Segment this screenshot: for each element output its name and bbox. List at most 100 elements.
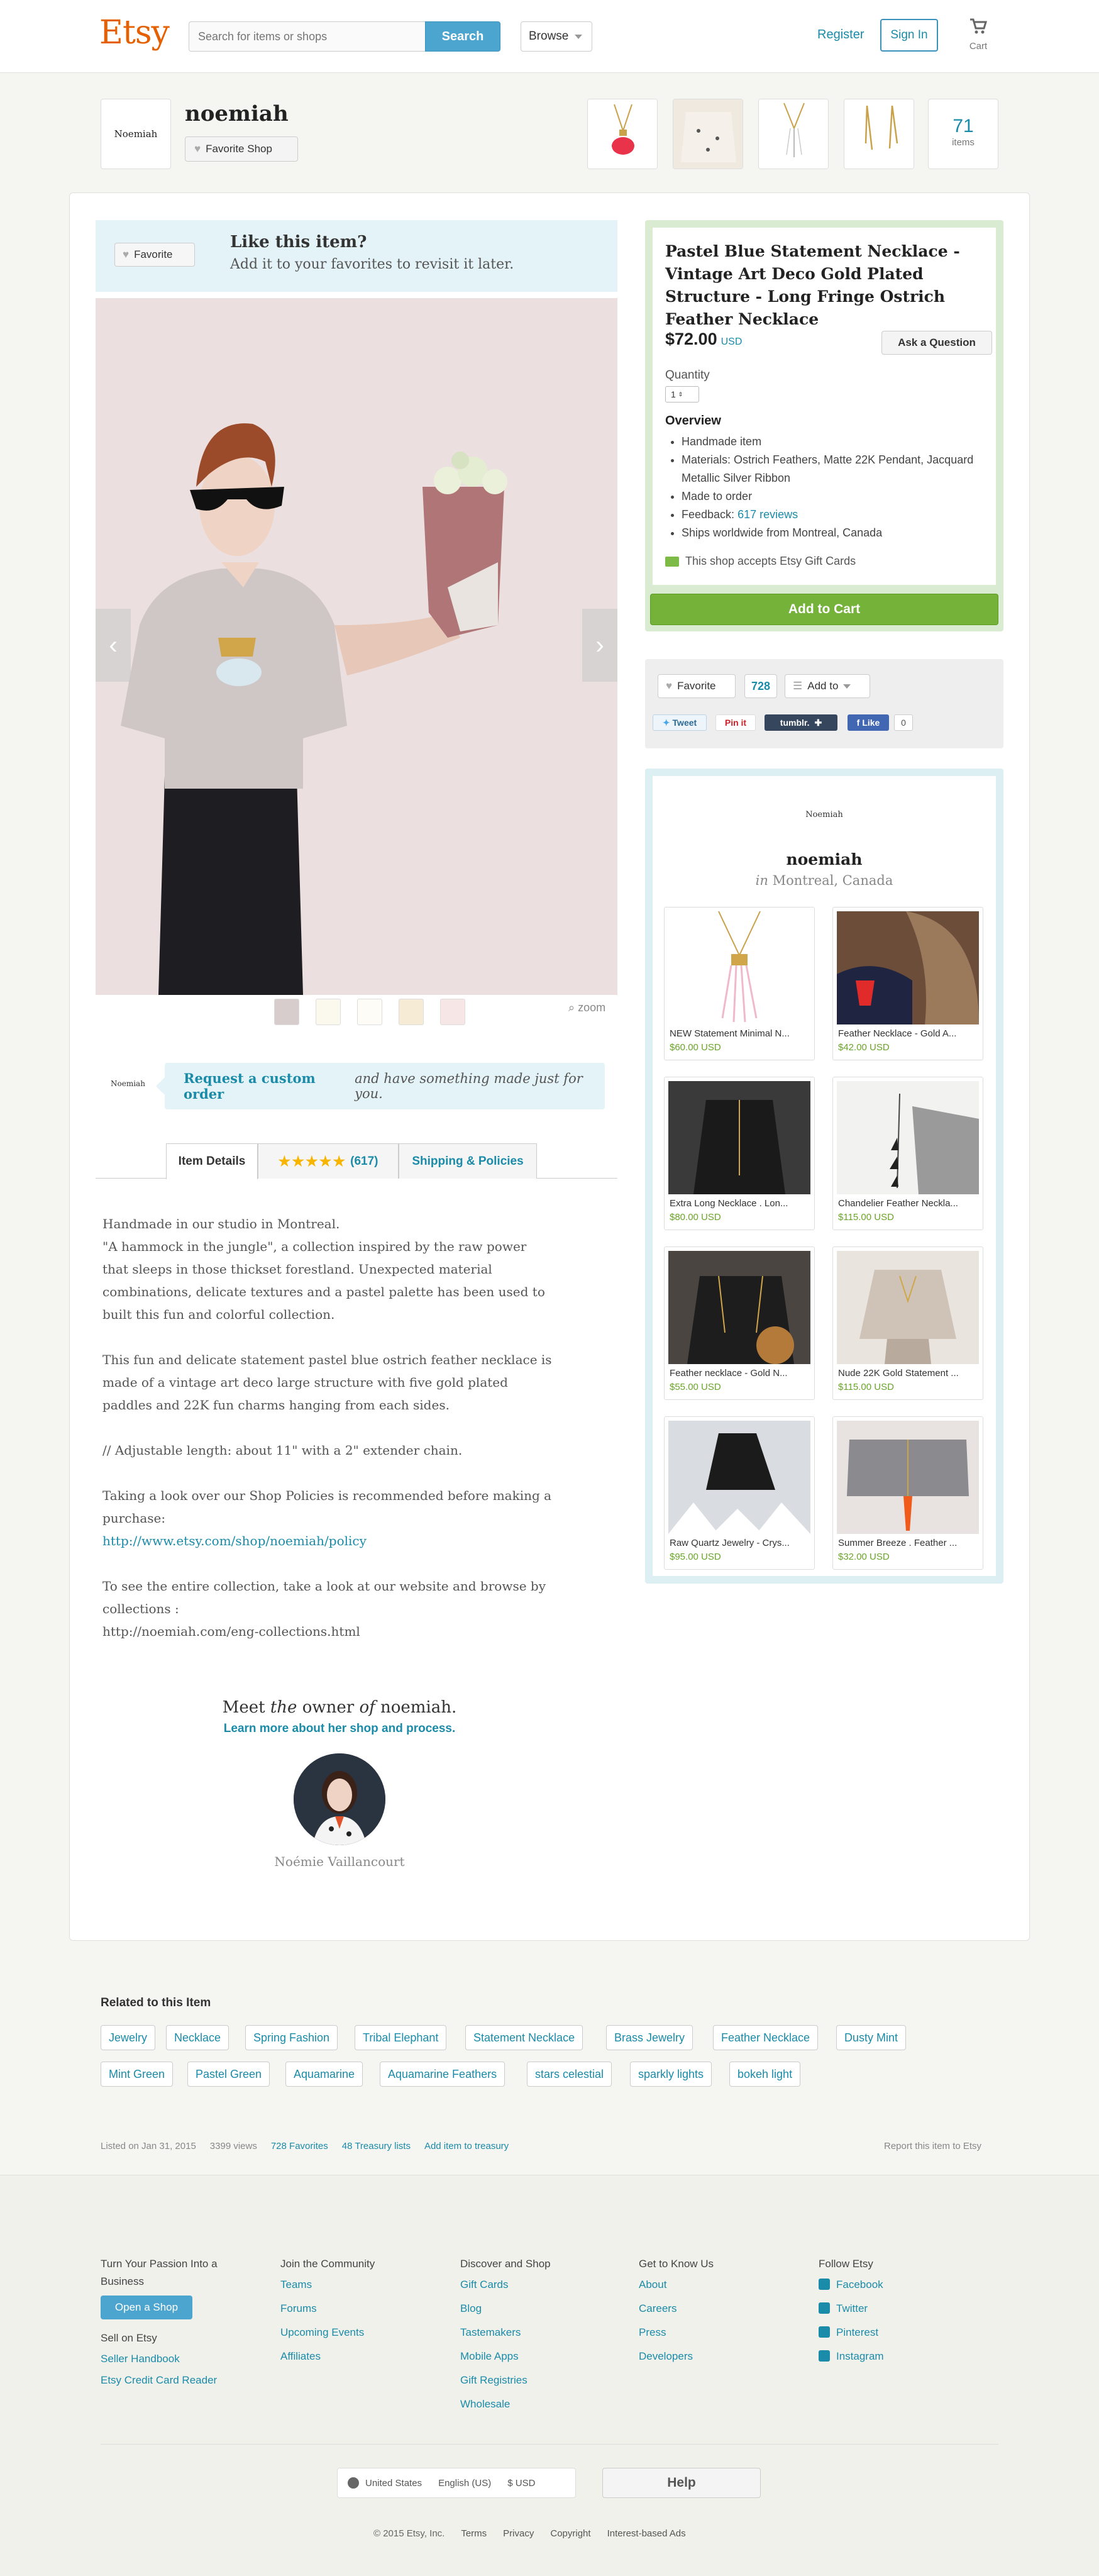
footer-link[interactable]: Tastemakers [460,2321,624,2345]
tab-reviews[interactable]: ★★★★★ (617) [258,1143,399,1179]
tweet-button[interactable]: ✦ Tweet [653,714,707,731]
shop-logo[interactable]: Noemiah [653,810,996,819]
image-thumbnail[interactable] [274,999,299,1025]
report-item-link[interactable]: Report this item to Etsy [884,2141,981,2151]
footer-link[interactable]: Press [639,2321,802,2345]
ask-question-button[interactable]: Ask a Question [881,331,992,355]
help-button[interactable]: Help [602,2468,761,2498]
related-tag[interactable]: stars celestial [527,2062,612,2087]
tab-item-details[interactable]: Item Details [166,1143,258,1179]
footer-link[interactable]: Gift Cards [460,2273,624,2297]
shop-item-card[interactable]: Summer Breeze . Feather ... $32.00 USD [832,1416,983,1570]
related-tag[interactable]: Dusty Mint [836,2025,907,2050]
shop-item-thumb[interactable] [587,99,658,169]
image-thumbnail[interactable] [316,999,341,1025]
shop-name[interactable]: noemiah [185,101,289,126]
item-photo [837,911,979,1024]
footer-link[interactable]: Forums [280,2297,444,2321]
twitter-link[interactable]: Twitter [819,2297,982,2321]
footer-link[interactable]: Careers [639,2297,802,2321]
shop-name[interactable]: noemiah [653,850,996,869]
main-product-image[interactable] [96,298,617,995]
shop-item-card[interactable]: Extra Long Necklace . Lon... $80.00 USD [664,1077,815,1230]
facebook-like-button[interactable]: f Like [848,714,889,731]
privacy-link[interactable]: Privacy [503,2528,534,2539]
related-tag[interactable]: Feather Necklace [713,2025,819,2050]
etsy-logo[interactable]: Etsy [99,14,170,52]
meet-owner: Meet the owner of noemiah. Learn more ab… [214,1698,465,1869]
tab-shipping-policies[interactable]: Shipping & Policies [399,1143,537,1179]
about-shop-link[interactable]: Learn more about her shop and process. [214,1722,465,1736]
related-tag[interactable]: sparkly lights [630,2062,712,2087]
shop-item-thumb[interactable] [758,99,829,169]
related-tag[interactable]: Aquamarine Feathers [380,2062,505,2087]
shop-item-card[interactable]: Nude 22K Gold Statement ... $115.00 USD [832,1246,983,1400]
related-tag[interactable]: bokeh light [729,2062,801,2087]
shop-item-card[interactable]: Raw Quartz Jewelry - Crys... $95.00 USD [664,1416,815,1570]
sign-in-button[interactable]: Sign In [880,19,938,52]
related-tag[interactable]: Jewelry [101,2025,156,2050]
footer-link[interactable]: About [639,2273,802,2297]
browse-dropdown[interactable]: Browse [521,21,592,52]
related-tag[interactable]: Necklace [166,2025,229,2050]
interest-ads-link[interactable]: Interest-based Ads [607,2528,686,2539]
quantity-select[interactable]: 1 ⇕ [665,386,699,402]
instagram-link[interactable]: Instagram [819,2345,982,2368]
shop-item-card[interactable]: Feather Necklace - Gold A... $42.00 USD [832,907,983,1060]
tumblr-button[interactable]: tumblr. ✚ [765,714,837,731]
footer-link[interactable]: Upcoming Events [280,2321,444,2345]
footer-link[interactable]: Blog [460,2297,624,2321]
next-image-button[interactable]: › [582,609,617,682]
footer-link[interactable]: Developers [639,2345,802,2368]
related-tag[interactable]: Tribal Elephant [355,2025,447,2050]
open-shop-button[interactable]: Open a Shop [101,2296,192,2319]
related-tag[interactable]: Spring Fashion [245,2025,338,2050]
image-thumbnail[interactable] [357,999,382,1025]
pin-it-button[interactable]: Pin it [715,714,756,731]
shop-logo[interactable]: Noemiah [101,99,171,169]
favorites-link[interactable]: 728 Favorites [271,2141,328,2151]
owner-avatar[interactable] [294,1753,385,1845]
policy-link[interactable]: http://www.etsy.com/shop/noemiah/policy [102,1533,367,1548]
custom-order-link[interactable]: Request a custom order [184,1070,351,1102]
add-to-list-button[interactable]: ☰ Add to [785,674,870,698]
footer-link[interactable]: Seller Handbook [101,2347,245,2371]
image-thumbnail[interactable] [399,999,424,1025]
footer-link[interactable]: Affiliates [280,2345,444,2368]
shop-items-count[interactable]: 71 items [928,99,998,169]
related-tag[interactable]: Statement Necklace [465,2025,583,2050]
facebook-link[interactable]: Facebook [819,2273,982,2297]
shop-item-card[interactable]: Chandelier Feather Neckla... $115.00 USD [832,1077,983,1230]
related-tag[interactable]: Aquamarine [285,2062,363,2087]
footer-link[interactable]: Mobile Apps [460,2345,624,2368]
footer-link[interactable]: Etsy Credit Card Reader [101,2371,245,2390]
shop-item-card[interactable]: Feather necklace - Gold N... $55.00 USD [664,1246,815,1400]
favorite-item-button[interactable]: ♥ Favorite [658,674,736,698]
terms-link[interactable]: Terms [461,2528,487,2539]
footer-link[interactable]: Gift Registries [460,2368,624,2392]
add-to-cart-button[interactable]: Add to Cart [650,594,998,625]
footer-link[interactable]: Wholesale [460,2392,624,2416]
related-tag[interactable]: Pastel Green [187,2062,270,2087]
image-thumbnail[interactable] [440,999,465,1025]
reviews-link[interactable]: 617 reviews [737,508,798,521]
related-tag[interactable]: Mint Green [101,2062,174,2087]
cart-button[interactable]: Cart [966,18,991,55]
favorite-button[interactable]: ♥ Favorite [114,243,195,267]
shop-item-thumb[interactable] [844,99,914,169]
treasury-lists-link[interactable]: 48 Treasury lists [342,2141,411,2151]
zoom-button[interactable]: ⌕ zoom [568,1001,605,1014]
search-input[interactable] [189,21,426,52]
locale-settings-button[interactable]: United States English (US) $ USD [337,2468,576,2498]
search-button[interactable]: Search [425,21,500,52]
related-tag[interactable]: Brass Jewelry [606,2025,693,2050]
copyright-link[interactable]: Copyright [550,2528,590,2539]
register-link[interactable]: Register [817,28,864,42]
add-to-treasury-link[interactable]: Add item to treasury [424,2141,509,2151]
pinterest-link[interactable]: Pinterest [819,2321,982,2345]
favorite-shop-button[interactable]: ♥ Favorite Shop [185,136,298,162]
footer-link[interactable]: Teams [280,2273,444,2297]
shop-item-thumb[interactable] [673,99,743,169]
shop-item-card[interactable]: NEW Statement Minimal N... $60.00 USD [664,907,815,1060]
previous-image-button[interactable]: ‹ [96,609,131,682]
